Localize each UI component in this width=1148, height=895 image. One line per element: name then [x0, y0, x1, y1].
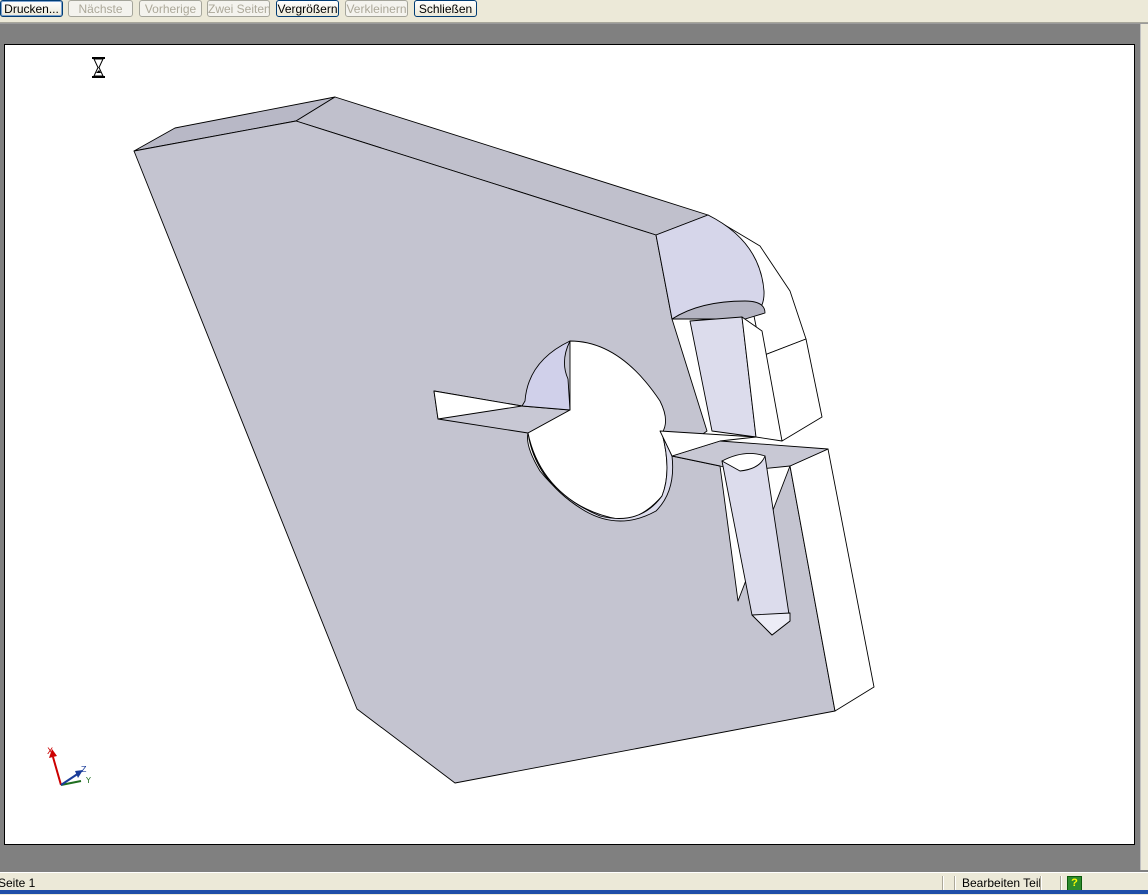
zoom-in-button[interactable]: Vergrößern — [276, 0, 339, 17]
status-divider — [954, 876, 955, 890]
status-divider — [1060, 876, 1061, 890]
close-button[interactable]: Schließen — [414, 0, 477, 17]
taskbar-edge — [0, 890, 1148, 894]
status-divider — [942, 876, 943, 890]
help-icon[interactable]: ? — [1067, 876, 1082, 891]
status-divider — [1040, 876, 1041, 890]
previous-page-button[interactable]: Vorherige — [139, 0, 202, 17]
print-preview-toolbar: Drucken... Nächste Vorherige Zwei Seiten… — [0, 0, 1148, 23]
status-page: Seite 1 — [0, 876, 36, 890]
next-page-button[interactable]: Nächste — [68, 0, 133, 17]
triad-z-label: Z — [81, 765, 87, 774]
print-button[interactable]: Drucken... — [0, 0, 63, 17]
preview-area[interactable]: X Z Y — [0, 24, 1140, 870]
two-pages-button[interactable]: Zwei Seiten — [207, 0, 271, 17]
zoom-out-button[interactable]: Verkleinern — [345, 0, 408, 17]
preview-page[interactable]: X Z Y — [4, 44, 1135, 845]
scrollbar-edge[interactable] — [1140, 24, 1148, 870]
status-mode: Bearbeiten Teil — [962, 876, 1042, 890]
triad-x-label: X — [47, 747, 53, 757]
triad-y-label: Y — [85, 776, 91, 785]
hourglass-icon — [92, 57, 105, 78]
coordinate-triad-icon: X Z Y — [47, 747, 91, 786]
part-drawing — [133, 96, 875, 784]
